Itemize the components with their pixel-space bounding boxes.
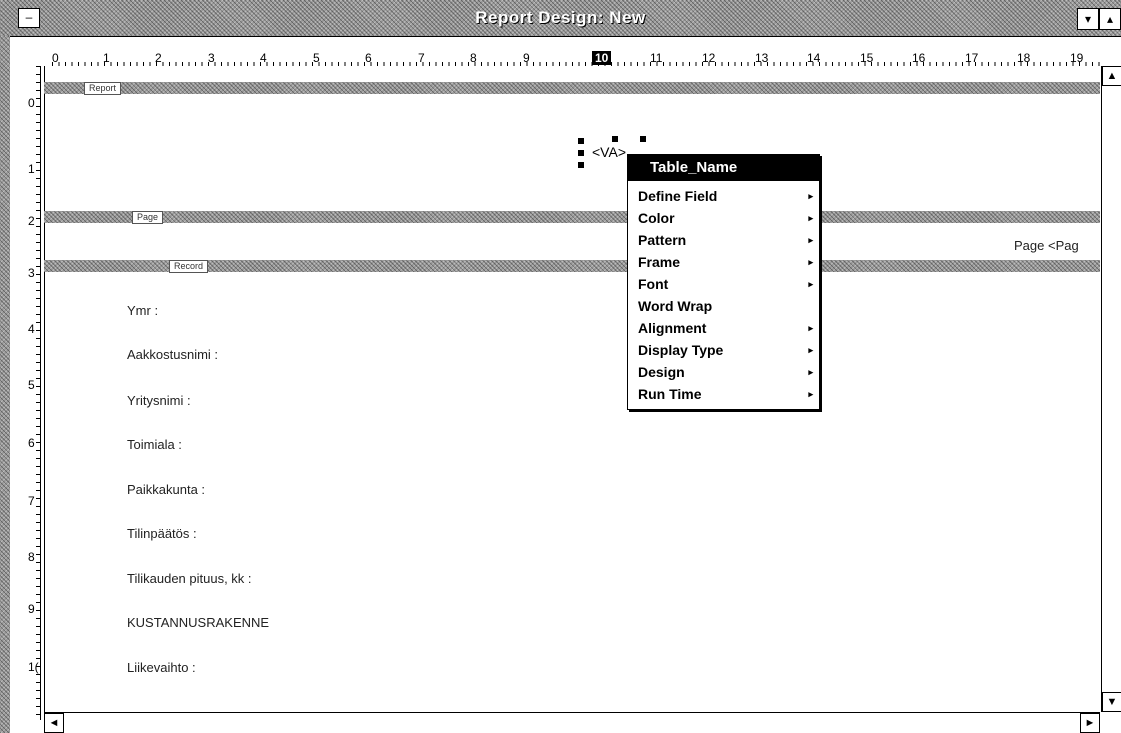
menu-item-label: Font <box>638 276 669 292</box>
window-border <box>0 36 10 733</box>
field-label[interactable]: KUSTANNUSRAKENNE <box>127 615 269 630</box>
submenu-arrow-icon: ▸ <box>808 235 813 245</box>
menu-item-label: Color <box>638 210 675 226</box>
ruler-tick-12: 12 <box>702 51 716 65</box>
ruler-tick-13: 13 <box>755 51 769 65</box>
ruler-tick-17: 17 <box>965 51 979 65</box>
ruler-tick-11: 11 <box>650 51 663 65</box>
menu-item-label: Display Type <box>638 342 724 358</box>
vruler-tick-6: 6 <box>28 436 35 450</box>
menu-item-label: Define Field <box>638 188 718 204</box>
page-band-label: Page <box>132 211 164 224</box>
vruler-tick-10: 1( <box>28 660 39 674</box>
resize-handle-icon[interactable] <box>578 138 584 144</box>
vruler-tick-7: 7 <box>28 494 35 508</box>
horizontal-ruler: 0 1 2 3 4 5 6 7 8 9 10 11 12 13 14 15 16… <box>52 51 1100 67</box>
ruler-tick-3: 3 <box>208 51 215 65</box>
horizontal-scrollbar[interactable]: ◄ ► <box>44 712 1100 733</box>
menu-item-label: Frame <box>638 254 681 270</box>
submenu-arrow-icon: ▸ <box>808 367 813 377</box>
ruler-tick-14: 14 <box>807 51 821 65</box>
ruler-tick-9: 9 <box>523 51 530 65</box>
field-label[interactable]: Paikkakunta : <box>127 482 205 497</box>
ruler-tick-8: 8 <box>470 51 477 65</box>
submenu-arrow-icon: ▸ <box>808 345 813 355</box>
context-menu: Table_Name Define Field ▸ Color ▸ Pattern ▸… <box>627 154 820 410</box>
menu-item-color[interactable]: Color ▸ <box>628 207 819 229</box>
report-band[interactable]: Report <box>44 82 1100 95</box>
vruler-tick-4: 4 <box>28 322 35 336</box>
menu-item-label: Design <box>638 364 685 380</box>
ruler-tick-0: 0 <box>52 51 59 65</box>
field-label[interactable]: Tilinpäätös : <box>127 526 197 541</box>
menu-item-label: Word Wrap <box>638 298 713 314</box>
field-label[interactable]: Ymr : <box>127 303 158 318</box>
menu-item-design[interactable]: Design ▸ <box>628 361 819 383</box>
menu-item-label: Pattern <box>638 232 687 248</box>
minimize-button[interactable]: ▾ <box>1077 8 1099 30</box>
ruler-tick-selected: 10 <box>592 51 612 65</box>
scroll-left-icon[interactable]: ◄ <box>44 713 64 733</box>
selected-field-text: <VA> <box>592 144 626 160</box>
ruler-tick-1: 1 <box>103 51 110 65</box>
menu-item-font[interactable]: Font ▸ <box>628 273 819 295</box>
ruler-tick-18: 18 <box>1017 51 1031 65</box>
menu-item-display-type[interactable]: Display Type ▸ <box>628 339 819 361</box>
ruler-tick-7: 7 <box>418 51 425 65</box>
menu-item-run-time[interactable]: Run Time ▸ <box>628 383 819 405</box>
vertical-ruler: 0 1 2 3 4 5 6 7 8 9 1( <box>26 66 41 720</box>
page-number-field[interactable]: Page <Pag <box>1014 238 1079 253</box>
vruler-tick-5: 5 <box>28 378 35 392</box>
submenu-arrow-icon: ▸ <box>808 279 813 289</box>
resize-handle-icon[interactable] <box>640 136 646 142</box>
menu-item-pattern[interactable]: Pattern ▸ <box>628 229 819 251</box>
ruler-tick-4: 4 <box>260 51 267 65</box>
menu-item-alignment[interactable]: Alignment ▸ <box>628 317 819 339</box>
resize-handle-icon[interactable] <box>578 162 584 168</box>
menu-item-label: Alignment <box>638 320 707 336</box>
menu-item-define-field[interactable]: Define Field ▸ <box>628 185 819 207</box>
submenu-arrow-icon: ▸ <box>808 213 813 223</box>
field-label[interactable]: Aakkostusnimi : <box>127 347 218 362</box>
record-band[interactable]: Record <box>44 260 1100 273</box>
submenu-arrow-icon: ▸ <box>808 389 813 399</box>
ruler-tick-16: 16 <box>912 51 926 65</box>
system-menu-button[interactable]: – <box>18 8 40 28</box>
context-menu-list: Define Field ▸ Color ▸ Pattern ▸ Frame ▸ Fon… <box>628 181 819 409</box>
menu-item-word-wrap[interactable]: Word Wrap <box>628 295 819 317</box>
ruler-tick-6: 6 <box>365 51 372 65</box>
vruler-tick-9: 9 <box>28 602 35 616</box>
page-band[interactable]: Page <box>44 211 1100 224</box>
window-title: Report Design: New <box>475 8 646 27</box>
vruler-tick-2: 2 <box>28 214 35 228</box>
menu-item-label: Run Time <box>638 386 702 402</box>
scroll-down-icon[interactable]: ▼ <box>1102 692 1121 712</box>
report-band-label: Report <box>84 82 122 95</box>
record-band-label: Record <box>169 260 209 273</box>
menu-item-frame[interactable]: Frame ▸ <box>628 251 819 273</box>
ruler-tick-19: 19 <box>1070 51 1084 65</box>
submenu-arrow-icon: ▸ <box>808 323 813 333</box>
ruler-tick-15: 15 <box>860 51 874 65</box>
vruler-tick-0: 0 <box>28 96 35 110</box>
field-label[interactable]: Toimiala : <box>127 437 182 452</box>
field-label[interactable]: Liikevaihto : <box>127 660 196 675</box>
vruler-tick-3: 3 <box>28 266 35 280</box>
vertical-scrollbar[interactable]: ▲ ▼ <box>1101 66 1121 712</box>
submenu-arrow-icon: ▸ <box>808 191 813 201</box>
resize-handle-icon[interactable] <box>612 136 618 142</box>
ruler-tick-2: 2 <box>155 51 162 65</box>
ruler-tick-5: 5 <box>313 51 320 65</box>
context-menu-header: Table_Name <box>628 155 819 181</box>
submenu-arrow-icon: ▸ <box>808 257 813 267</box>
vruler-tick-1: 1 <box>28 162 35 176</box>
resize-handle-icon[interactable] <box>578 150 584 156</box>
maximize-button[interactable]: ▴ <box>1099 8 1121 30</box>
scroll-up-icon[interactable]: ▲ <box>1102 66 1121 86</box>
scroll-right-icon[interactable]: ► <box>1080 713 1100 733</box>
vruler-tick-8: 8 <box>28 550 35 564</box>
field-label[interactable]: Yritysnimi : <box>127 393 191 408</box>
field-label[interactable]: Tilikauden pituus, kk : <box>127 571 252 586</box>
